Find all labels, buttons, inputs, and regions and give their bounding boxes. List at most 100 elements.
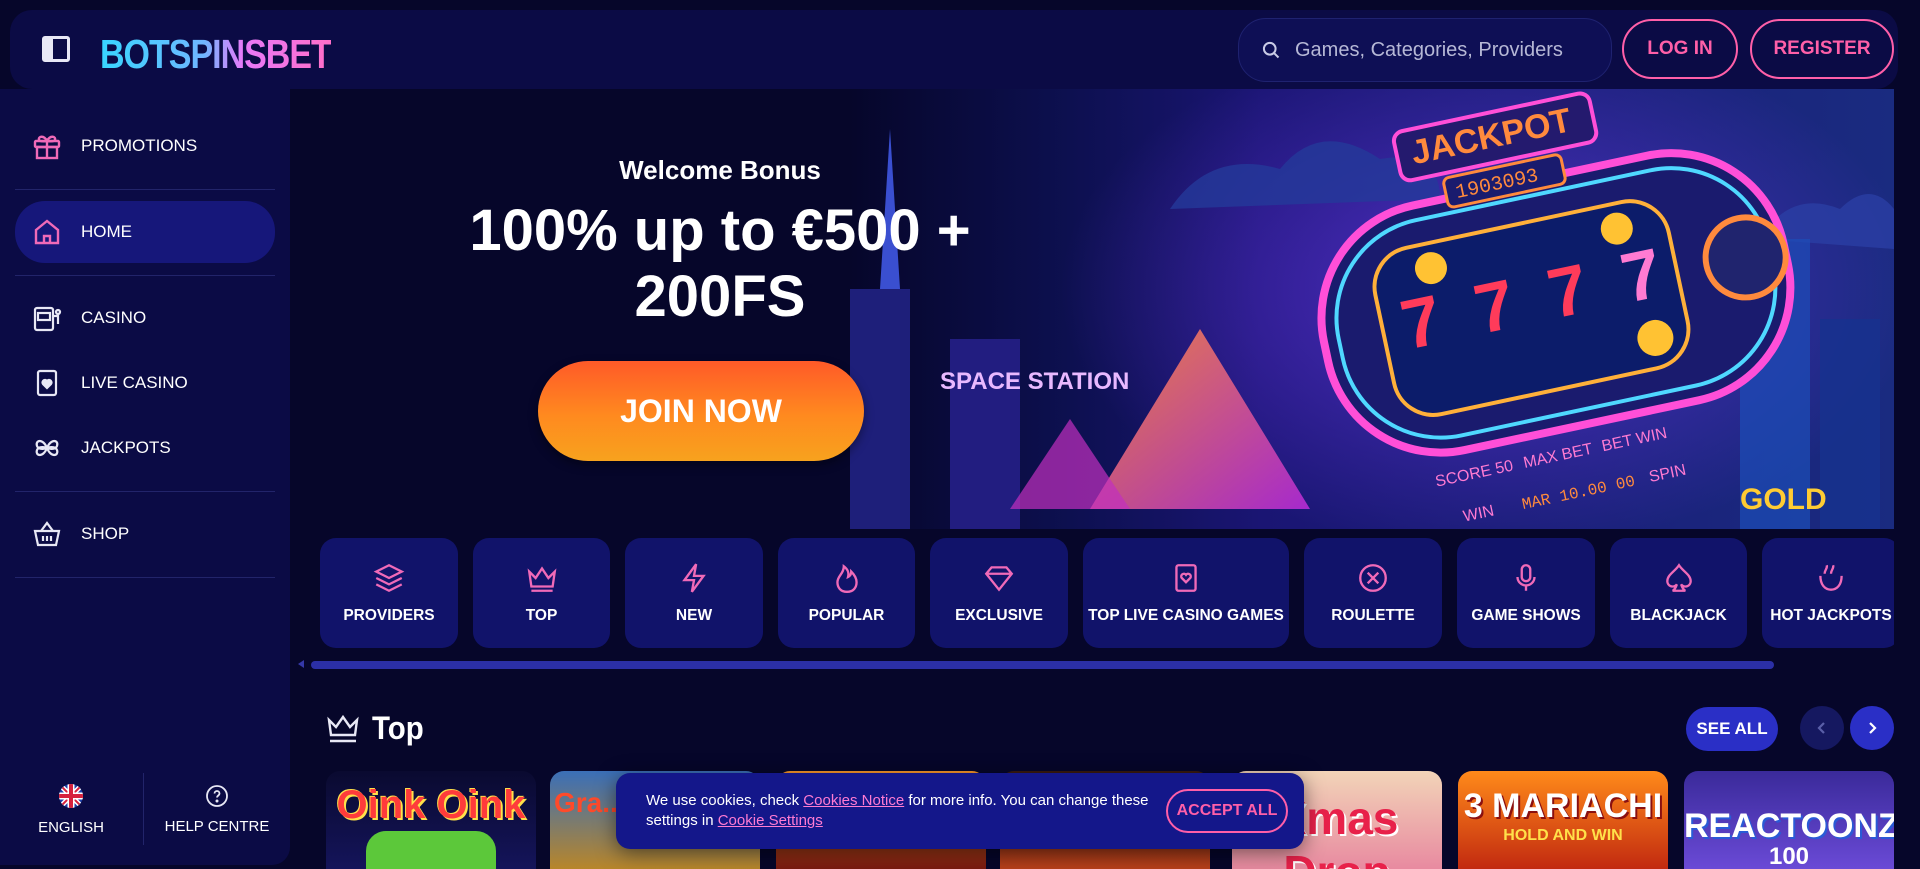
hero-title-line1: 100% up to €500 + — [469, 198, 971, 263]
card-heart-icon — [1175, 564, 1197, 592]
spade-icon — [1665, 563, 1692, 592]
section-header-top: Top — [326, 710, 428, 747]
hero-text: Welcome Bonus 100% up to €500 + 200FS — [310, 155, 1090, 330]
login-button[interactable]: LOG IN — [1622, 19, 1738, 79]
category-hot-jackpots[interactable]: HOT JACKPOTS — [1762, 538, 1894, 648]
gift-icon — [33, 135, 61, 160]
category-label: HOT JACKPOTS — [1770, 607, 1892, 624]
sidebar-item-label: JACKPOTS — [81, 438, 171, 457]
top-header: BOTSPINSBET Games, Categories, Providers… — [10, 10, 1898, 89]
sidebar-item-label: LIVE CASINO — [81, 373, 188, 392]
category-label: TOP — [525, 607, 558, 624]
language-selector[interactable]: ENGLISH — [0, 761, 142, 857]
logo[interactable]: BOTSPINSBET — [100, 32, 332, 79]
divider — [15, 189, 275, 190]
help-label: HELP CENTRE — [164, 817, 270, 835]
sidebar: PROMOTIONS HOME CASINO LIVE CASINO JACKP… — [0, 89, 290, 865]
divider — [143, 773, 144, 845]
roulette-icon — [1359, 564, 1387, 592]
section-title: Top — [372, 710, 424, 746]
sidebar-toggle-icon[interactable] — [42, 36, 70, 62]
gold-sign: GOLD — [1740, 483, 1827, 516]
carousel-prev-button[interactable] — [1800, 706, 1844, 750]
diamond-icon — [984, 566, 1014, 592]
category-strip: PROVIDERS TOP NEW POPULAR EXCLUSIVE TOP … — [320, 538, 1894, 648]
sidebar-item-label: SHOP — [81, 524, 130, 543]
sidebar-item-label: PROMOTIONS — [81, 136, 198, 155]
crown-icon — [327, 714, 359, 742]
accept-all-button[interactable]: ACCEPT ALL — [1166, 789, 1288, 833]
cookie-text: We use cookies, check Cookies Notice for… — [646, 791, 1166, 831]
microphone-icon — [1516, 564, 1536, 591]
sidebar-item-casino[interactable]: CASINO — [15, 287, 275, 349]
layers-icon — [373, 563, 405, 593]
flame-icon — [835, 563, 858, 593]
divider — [15, 275, 275, 276]
station-sign: SPACE STATION — [940, 368, 1129, 395]
category-label: GAME SHOWS — [1471, 607, 1581, 624]
category-exclusive[interactable]: EXCLUSIVE — [930, 538, 1068, 648]
lightning-icon — [682, 563, 706, 593]
help-centre-link[interactable]: HELP CENTRE — [146, 761, 288, 857]
category-scrollbar[interactable] — [311, 661, 1774, 669]
category-label: NEW — [675, 607, 713, 624]
search-input[interactable]: Games, Categories, Providers — [1238, 18, 1612, 82]
category-label: POPULAR — [808, 607, 885, 624]
hot-pot-icon — [1819, 564, 1843, 591]
category-label: EXCLUSIVE — [955, 607, 1043, 624]
category-label: BLACKJACK — [1630, 607, 1727, 624]
card-icon — [36, 369, 58, 397]
scroll-left-arrow[interactable] — [298, 660, 304, 668]
game-title: Oink Oink — [336, 783, 526, 827]
category-label: PROVIDERS — [343, 607, 435, 624]
hero-title-line2: 200FS — [634, 264, 806, 329]
category-roulette[interactable]: ROULETTE — [1304, 538, 1442, 648]
sidebar-item-label: CASINO — [81, 308, 147, 327]
category-blackjack[interactable]: BLACKJACK — [1610, 538, 1747, 648]
game-title: 3 MARIACHI — [1463, 787, 1663, 825]
game-subtitle: 100 — [1768, 843, 1810, 869]
chevron-left-icon — [1817, 722, 1825, 734]
category-popular[interactable]: POPULAR — [778, 538, 915, 648]
category-providers[interactable]: PROVIDERS — [320, 538, 458, 648]
slot-machine-icon — [33, 306, 62, 332]
category-top[interactable]: TOP — [473, 538, 610, 648]
cookie-text-part1: We use cookies, check — [646, 792, 804, 809]
see-all-button[interactable]: SEE ALL — [1686, 707, 1778, 751]
hero-banner: SPACE STATION GOLD 7 7 7 7 JACKPOT 19030… — [310, 89, 1894, 529]
cookies-notice-link[interactable]: Cookies Notice — [803, 792, 904, 809]
cookie-settings-link[interactable]: Cookie Settings — [718, 812, 823, 829]
game-tile[interactable]: Oink Oink — [326, 771, 536, 869]
sidebar-item-shop[interactable]: SHOP — [15, 503, 275, 565]
join-now-button[interactable]: JOIN NOW — [538, 361, 864, 461]
sidebar-item-live-casino[interactable]: LIVE CASINO — [15, 352, 275, 414]
category-label: TOP LIVE CASINO GAMES — [1088, 607, 1284, 624]
game-subtitle: HOLD AND WIN — [1503, 827, 1623, 844]
category-game-shows[interactable]: GAME SHOWS — [1457, 538, 1595, 648]
crown-icon — [527, 566, 556, 592]
sidebar-item-home[interactable]: HOME — [15, 201, 275, 263]
game-tile[interactable]: REACTOONZ 100 — [1684, 771, 1894, 869]
basket-icon — [33, 521, 61, 547]
home-icon — [34, 219, 60, 245]
language-label: ENGLISH — [38, 818, 104, 836]
game-art — [366, 831, 496, 869]
sidebar-item-promotions[interactable]: PROMOTIONS — [15, 115, 275, 177]
category-label: ROULETTE — [1331, 607, 1415, 624]
carousel-next-button[interactable] — [1850, 706, 1894, 750]
search-placeholder: Games, Categories, Providers — [1295, 38, 1563, 61]
sidebar-footer: ENGLISH HELP CENTRE — [0, 761, 290, 857]
uk-flag-icon — [59, 783, 83, 808]
category-new[interactable]: NEW — [625, 538, 763, 648]
category-top-live-casino-games[interactable]: TOP LIVE CASINO GAMES — [1083, 538, 1289, 648]
divider — [15, 491, 275, 492]
help-icon — [206, 784, 228, 807]
sidebar-item-jackpots[interactable]: JACKPOTS — [15, 417, 275, 479]
register-button[interactable]: REGISTER — [1750, 19, 1894, 79]
clover-icon — [35, 439, 59, 457]
hero-subtitle: Welcome Bonus — [619, 155, 821, 185]
game-title: REACTOONZ — [1684, 807, 1894, 845]
game-tile[interactable]: 3 MARIACHI HOLD AND WIN — [1458, 771, 1668, 869]
chevron-right-icon — [1869, 722, 1877, 734]
search-icon — [1262, 41, 1280, 59]
